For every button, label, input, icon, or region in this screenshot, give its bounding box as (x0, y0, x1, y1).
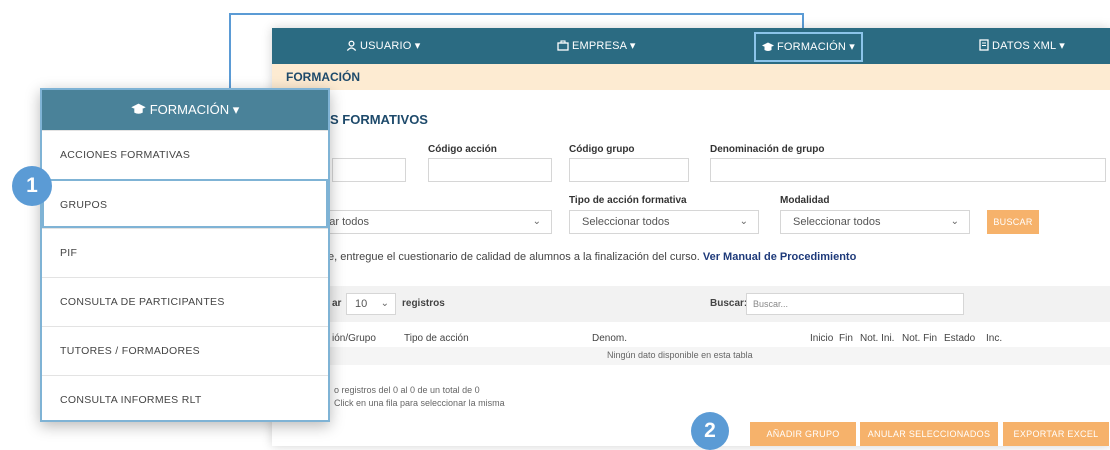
page-title: S FORMATIVOS (330, 112, 428, 127)
top-navbar: USUARIO ▾ EMPRESA ▾ FORMACIÓN ▾ DATOS XM… (272, 28, 1110, 64)
callout-badge-1: 1 (12, 166, 52, 206)
codigo-accion-field[interactable] (428, 158, 552, 182)
chevron-down-icon: ⌄ (739, 216, 748, 227)
dropdown-header[interactable]: FORMACIÓN ▾ (42, 90, 328, 130)
menu-item-consulta-participantes[interactable]: CONSULTA DE PARTICIPANTES (42, 277, 328, 326)
app-window: USUARIO ▾ EMPRESA ▾ FORMACIÓN ▾ DATOS XM… (272, 28, 1110, 446)
graduation-cap-icon (762, 42, 774, 51)
col-denom[interactable]: Denom. (592, 333, 627, 344)
briefcase-icon (557, 40, 569, 51)
modalidad-select[interactable]: Seleccionar todos ⌄ (780, 210, 970, 234)
buscar-button[interactable]: BUSCAR (987, 210, 1039, 234)
callout-badge-2: 2 (691, 412, 729, 450)
notice-text: e, entregue el cuestionario de calidad d… (328, 251, 857, 263)
table-info: o registros del 0 al 0 de un total de 0 (334, 385, 480, 395)
col-fin[interactable]: Fin (839, 333, 853, 344)
codigo-grupo-label: Código grupo (569, 144, 635, 155)
first-filter-field[interactable] (332, 158, 406, 182)
table-controls-bar (272, 286, 1110, 322)
col-not-ini[interactable]: Not. Ini. (860, 333, 894, 344)
graduation-cap-icon (131, 103, 146, 114)
col-estado[interactable]: Estado (944, 333, 975, 344)
tipo-accion-select[interactable]: Seleccionar todos ⌄ (569, 210, 759, 234)
document-icon (979, 39, 989, 51)
menu-item-grupos[interactable]: GRUPOS (42, 179, 328, 228)
formacion-dropdown-menu: FORMACIÓN ▾ ACCIONES FORMATIVAS GRUPOS P… (40, 88, 330, 422)
breadcrumb-label: FORMACIÓN (286, 70, 360, 84)
nav-usuario[interactable]: USUARIO ▾ (346, 28, 421, 64)
table-hint: Click en una fila para seleccionar la mi… (334, 398, 505, 408)
first-select[interactable]: onar todos ⌄ (316, 210, 552, 234)
export-excel-button[interactable]: EXPORTAR EXCEL (1003, 422, 1109, 446)
menu-item-consulta-informes-rlt[interactable]: CONSULTA INFORMES RLT (42, 375, 328, 424)
cancel-selected-button[interactable]: ANULAR SELECCIONADOS (860, 422, 998, 446)
codigo-grupo-field[interactable] (569, 158, 689, 182)
show-label: ar (332, 298, 342, 309)
manual-link[interactable]: Ver Manual de Procedimiento (703, 251, 856, 263)
menu-item-pif[interactable]: PIF (42, 228, 328, 277)
tipo-accion-label: Tipo de acción formativa (569, 195, 687, 206)
menu-item-tutores-formadores[interactable]: TUTORES / FORMADORES (42, 326, 328, 375)
denominacion-grupo-field[interactable] (710, 158, 1106, 182)
empty-table-message: Ningún dato disponible en esta tabla (607, 350, 753, 360)
col-not-fin[interactable]: Not. Fin (902, 333, 937, 344)
menu-item-acciones-formativas[interactable]: ACCIONES FORMATIVAS (42, 130, 328, 179)
modalidad-label: Modalidad (780, 195, 830, 206)
chevron-down-icon: ⌄ (532, 216, 541, 227)
denominacion-grupo-label: Denominación de grupo (710, 144, 825, 155)
search-input[interactable]: Buscar... (746, 293, 964, 315)
col-accion-grupo[interactable]: ión/Grupo (332, 333, 376, 344)
user-icon (346, 40, 357, 51)
nav-datos-xml[interactable]: DATOS XML ▾ (979, 28, 1065, 64)
registros-label: registros (402, 298, 445, 309)
col-inc[interactable]: Inc. (986, 333, 1002, 344)
add-group-button[interactable]: AÑADIR GRUPO (750, 422, 856, 446)
nav-formacion[interactable]: FORMACIÓN ▾ (754, 32, 864, 62)
col-tipo-accion[interactable]: Tipo de acción (404, 333, 469, 344)
page-size-select[interactable]: 10 ⌄ (346, 293, 396, 315)
search-label: Buscar: (710, 298, 748, 309)
chevron-down-icon: ⌄ (380, 298, 389, 309)
codigo-accion-label: Código acción (428, 144, 497, 155)
chevron-down-icon: ⌄ (950, 216, 959, 227)
breadcrumb: FORMACIÓN (272, 64, 1110, 90)
nav-empresa[interactable]: EMPRESA ▾ (557, 28, 636, 64)
col-inicio[interactable]: Inicio (810, 333, 833, 344)
